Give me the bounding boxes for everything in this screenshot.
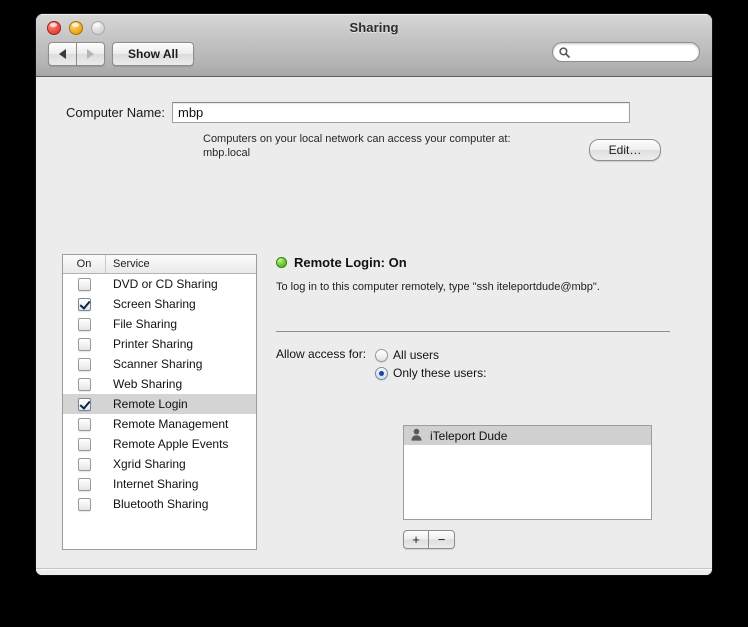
service-enabled-checkbox[interactable] <box>78 397 91 411</box>
service-name-label: Printer Sharing <box>113 337 194 351</box>
back-button[interactable] <box>48 42 77 66</box>
service-name-label: Scanner Sharing <box>113 357 203 371</box>
service-name-label: Screen Sharing <box>113 297 196 311</box>
service-checkbox-cell <box>63 297 106 311</box>
service-enabled-checkbox[interactable] <box>78 437 91 451</box>
window-titlebar: Sharing Show All <box>36 14 712 77</box>
service-name-label: Bluetooth Sharing <box>113 497 209 511</box>
radio-only-these-users-indicator[interactable] <box>375 366 389 380</box>
service-row[interactable]: Remote Login <box>63 394 256 414</box>
service-checkbox-cell <box>63 417 106 431</box>
search-field[interactable] <box>552 42 700 62</box>
computer-name-label: Computer Name: <box>66 105 165 120</box>
access-radio-group: All users Only these users: <box>375 346 486 382</box>
service-checkbox-cell <box>63 317 106 331</box>
allow-access-label: Allow access for: <box>276 347 367 361</box>
footer-divider <box>36 568 712 569</box>
service-list-header: On Service <box>63 255 256 274</box>
allowed-user-row[interactable]: iTeleport Dude <box>404 426 651 445</box>
service-row[interactable]: Scanner Sharing <box>63 354 256 374</box>
service-checkbox-cell <box>63 437 106 451</box>
user-list-buttons: + − <box>403 530 455 549</box>
service-name-label: Web Sharing <box>113 377 183 391</box>
arrow-left-icon <box>59 49 66 59</box>
service-name-label: Remote Login <box>113 397 188 411</box>
forward-button <box>77 42 105 66</box>
service-name-label: Remote Apple Events <box>113 437 229 451</box>
service-name-label: File Sharing <box>113 317 178 331</box>
service-enabled-checkbox[interactable] <box>78 317 91 331</box>
radio-only-these-users[interactable]: Only these users: <box>375 364 486 382</box>
service-checkbox-cell <box>63 477 106 491</box>
service-checkbox-cell <box>63 457 106 471</box>
allowed-user-name: iTeleport Dude <box>430 428 508 443</box>
service-row[interactable]: File Sharing <box>63 314 256 334</box>
window-title: Sharing <box>349 20 399 35</box>
preferences-body: Computer Name: Computers on your local n… <box>36 77 712 575</box>
service-row[interactable]: Xgrid Sharing <box>63 454 256 474</box>
service-row[interactable]: Printer Sharing <box>63 334 256 354</box>
allowed-users-list[interactable]: iTeleport Dude <box>403 425 652 520</box>
service-description: To log in to this computer remotely, typ… <box>276 281 600 293</box>
allow-access-row: Allow access for: All users Only these u… <box>276 346 670 382</box>
service-list[interactable]: On Service DVD or CD Sharing Screen Shari… <box>62 254 257 550</box>
service-checkbox-cell <box>63 337 106 351</box>
service-enabled-checkbox[interactable] <box>78 357 91 371</box>
service-enabled-checkbox[interactable] <box>78 337 91 351</box>
service-row[interactable]: Remote Management <box>63 414 256 434</box>
radio-all-users-indicator[interactable] <box>375 348 389 362</box>
column-header-on: On <box>63 255 106 273</box>
add-user-button[interactable]: + <box>403 530 429 549</box>
service-name-label: Remote Management <box>113 417 229 431</box>
service-checkbox-cell <box>63 497 106 511</box>
show-all-button[interactable]: Show All <box>112 42 195 66</box>
computer-name-input[interactable] <box>172 102 630 123</box>
service-detail-panel: Remote Login: On To log in to this compu… <box>276 254 670 549</box>
arrow-right-icon <box>87 49 94 59</box>
service-status-title: Remote Login: On <box>294 254 407 270</box>
service-enabled-checkbox[interactable] <box>78 377 91 391</box>
service-row[interactable]: Internet Sharing <box>63 474 256 494</box>
service-checkbox-cell <box>63 377 106 391</box>
panel-divider <box>276 331 670 332</box>
service-name-label: Xgrid Sharing <box>113 457 186 471</box>
service-checkbox-cell <box>63 397 106 411</box>
service-row[interactable]: DVD or CD Sharing <box>63 274 256 294</box>
remove-user-button[interactable]: − <box>429 530 455 549</box>
service-row[interactable]: Remote Apple Events <box>63 434 256 454</box>
navigation-buttons <box>48 42 105 66</box>
status-indicator-icon <box>276 256 287 268</box>
service-enabled-checkbox[interactable] <box>78 477 91 491</box>
computer-name-help-line2: mbp.local <box>203 147 251 159</box>
radio-all-users-label: All users <box>393 348 440 362</box>
service-enabled-checkbox[interactable] <box>78 457 91 471</box>
service-row[interactable]: Screen Sharing <box>63 294 256 314</box>
search-input[interactable] <box>574 45 696 59</box>
search-icon <box>559 46 570 58</box>
service-name-label: DVD or CD Sharing <box>113 277 218 291</box>
service-row[interactable]: Bluetooth Sharing <box>63 494 256 514</box>
service-enabled-checkbox[interactable] <box>78 417 91 431</box>
service-checkbox-cell <box>63 277 106 291</box>
computer-name-help-line1: Computers on your local network can acce… <box>203 133 511 145</box>
radio-all-users[interactable]: All users <box>375 346 486 364</box>
service-name-label: Internet Sharing <box>113 477 199 491</box>
service-row[interactable]: Web Sharing <box>63 374 256 394</box>
column-header-service: Service <box>113 258 150 270</box>
user-icon <box>410 428 423 444</box>
edit-button[interactable]: Edit… <box>589 139 661 161</box>
radio-only-these-users-label: Only these users: <box>393 366 487 380</box>
computer-name-row: Computer Name: <box>36 102 712 123</box>
service-list-rows: DVD or CD Sharing Screen Sharing File Shar… <box>63 274 256 514</box>
service-enabled-checkbox[interactable] <box>78 297 91 311</box>
sharing-preferences-window: Sharing Show All Computer Name: Computer… <box>36 14 712 575</box>
service-enabled-checkbox[interactable] <box>78 277 91 291</box>
service-checkbox-cell <box>63 357 106 371</box>
service-status-row: Remote Login: On <box>276 254 670 270</box>
service-enabled-checkbox[interactable] <box>78 497 91 511</box>
computer-name-help-text: Computers on your local network can acce… <box>203 132 603 160</box>
